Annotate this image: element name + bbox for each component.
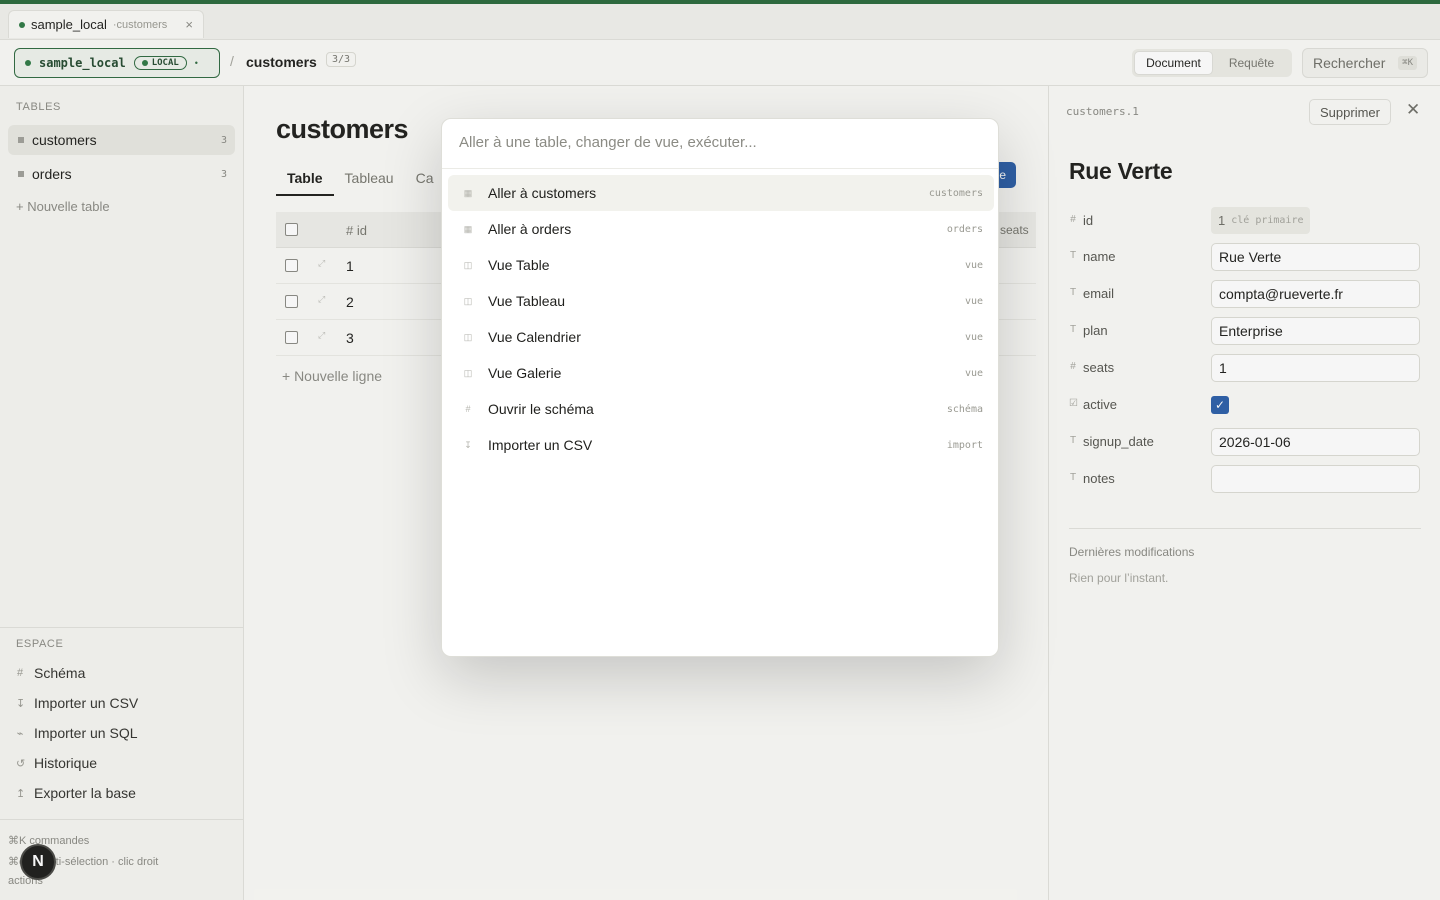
view-icon: ◫ [463, 331, 473, 342]
command-kind: import [946, 439, 983, 451]
command-label: Aller à orders [488, 221, 572, 237]
view-icon: ◫ [463, 367, 473, 378]
command-import-csv[interactable]: ↧ Importer un CSV import [448, 427, 994, 463]
command-view-gallery[interactable]: ◫ Vue Galerie vue [448, 355, 994, 391]
hash-icon: # [465, 404, 471, 414]
command-view-table[interactable]: ◫ Vue Table vue [448, 247, 994, 283]
import-icon: ↧ [464, 439, 472, 450]
command-kind: schéma [946, 403, 983, 415]
command-kind: vue [964, 259, 983, 271]
command-label: Vue Calendrier [488, 329, 581, 345]
view-icon: ◫ [463, 295, 473, 306]
command-kind: customers [928, 187, 983, 199]
command-search-input[interactable]: Aller à une table, changer de vue, exécu… [442, 119, 998, 169]
command-goto-customers[interactable]: ▦ Aller à customers customers [448, 175, 994, 211]
command-label: Ouvrir le schéma [488, 401, 594, 417]
table-icon: ▦ [463, 223, 473, 234]
command-label: Vue Table [488, 257, 550, 273]
command-label: Vue Galerie [488, 365, 562, 381]
command-label: Importer un CSV [488, 437, 593, 453]
command-kind: orders [946, 223, 983, 235]
command-view-tableau[interactable]: ◫ Vue Tableau vue [448, 283, 994, 319]
command-label: Vue Tableau [488, 293, 566, 309]
command-palette: Aller à une table, changer de vue, exécu… [441, 118, 999, 657]
command-view-calendar[interactable]: ◫ Vue Calendrier vue [448, 319, 994, 355]
command-open-schema[interactable]: # Ouvrir le schéma schéma [448, 391, 994, 427]
command-kind: vue [964, 295, 983, 307]
command-kind: vue [964, 331, 983, 343]
command-goto-orders[interactable]: ▦ Aller à orders orders [448, 211, 994, 247]
command-label: Aller à customers [488, 185, 597, 201]
table-icon: ▦ [463, 187, 473, 198]
command-kind: vue [964, 367, 983, 379]
view-icon: ◫ [463, 259, 473, 270]
